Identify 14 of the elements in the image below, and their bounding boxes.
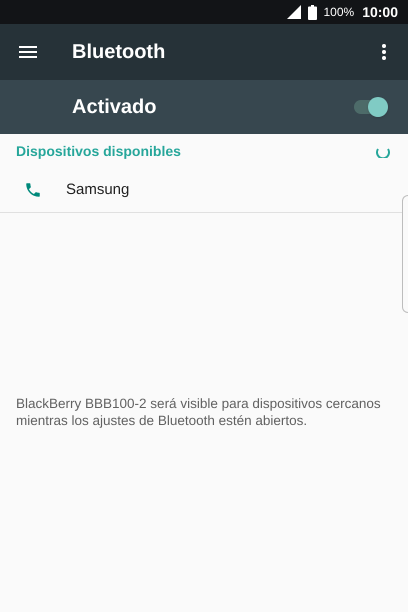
more-icon [382, 44, 386, 60]
battery-percent: 100% [323, 4, 354, 21]
section-header: Dispositivos disponibles [16, 142, 181, 161]
edge-panel-handle[interactable] [402, 195, 408, 313]
switch-label: Activado [72, 95, 156, 120]
battery-icon [308, 4, 318, 20]
device-item[interactable]: Samsung [0, 168, 408, 212]
toggle-switch[interactable] [354, 97, 388, 117]
clock: 10:00 [362, 2, 398, 22]
visibility-note: BlackBerry BBB100-2 será visible para dispositivos cercanos mientras los ajustes de Bluetooth estén abiertos. [15, 395, 382, 429]
toolbar-title: Bluetooth [72, 40, 166, 65]
signal-icon [286, 5, 302, 19]
menu-icon [19, 46, 37, 58]
phone-icon [24, 181, 42, 199]
